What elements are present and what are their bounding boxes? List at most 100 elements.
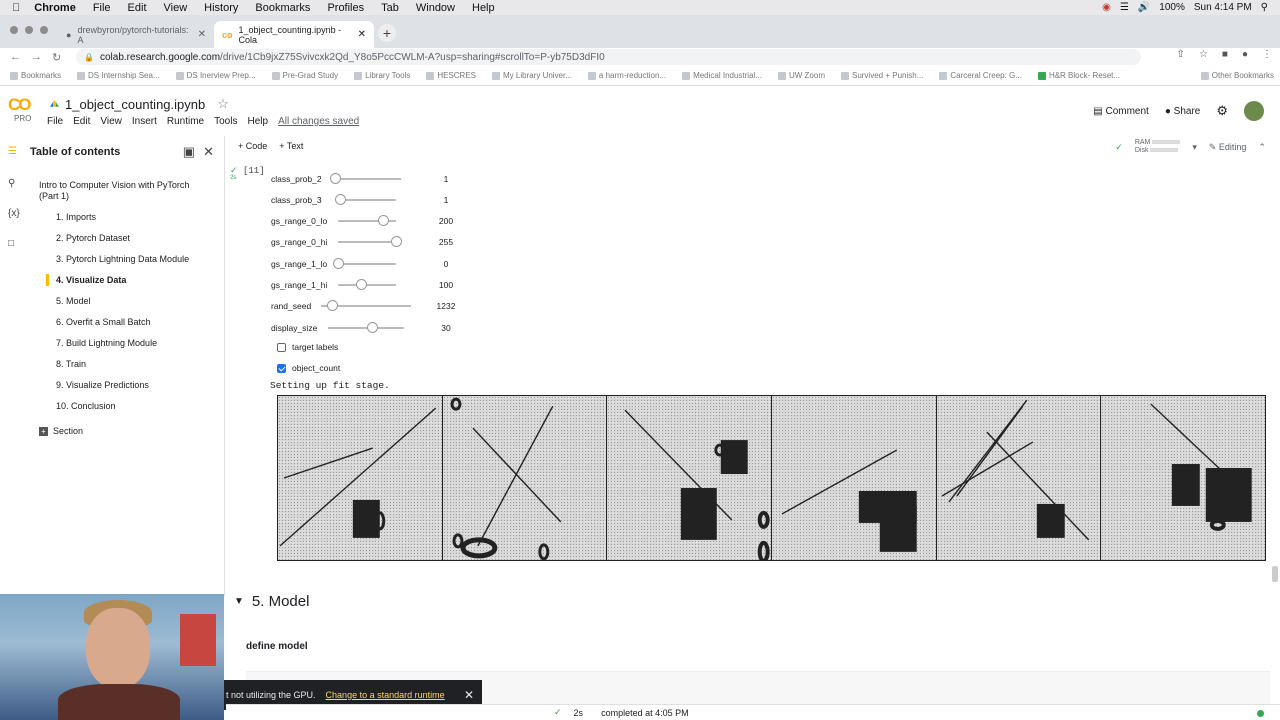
menu-edit[interactable]: Edit <box>73 116 90 127</box>
toc-item-intro[interactable]: Intro to Computer Vision with PyTorch (P… <box>0 176 200 206</box>
share-button[interactable]: ● Share <box>1165 106 1201 117</box>
object-count-checkbox[interactable] <box>277 363 286 373</box>
close-icon[interactable]: ✕ <box>203 144 214 160</box>
toc-item-data-module[interactable]: 3. Pytorch Lightning Data Module <box>0 250 224 269</box>
slider-gs-range-0-hi[interactable]: gs_range_0_hi 255 <box>271 234 471 250</box>
add-code-button[interactable]: + Code <box>238 141 267 151</box>
bookmark-star-icon[interactable]: ☆ <box>1199 49 1208 60</box>
bookmark-item[interactable]: a harm-reduction... <box>587 71 666 80</box>
close-window-button[interactable] <box>10 26 18 34</box>
slider-handle[interactable] <box>355 279 367 290</box>
bookmark-item[interactable]: Bookmarks <box>10 71 61 80</box>
toc-item-dataset[interactable]: 2. Pytorch Dataset <box>0 229 224 248</box>
other-bookmarks[interactable]: Other Bookmarks <box>1200 71 1274 80</box>
slider-rand-seed[interactable]: rand_seed 1232 <box>271 298 471 314</box>
slider-track[interactable] <box>338 241 396 243</box>
target-labels-checkbox[interactable] <box>277 342 286 352</box>
toc-item-conclusion[interactable]: 10. Conclusion <box>0 397 224 416</box>
minimize-window-button[interactable] <box>25 26 33 34</box>
scrollbar-thumb[interactable] <box>1272 566 1278 582</box>
toc-item-lightning-module[interactable]: 7. Build Lightning Module <box>0 334 224 353</box>
slider-handle[interactable] <box>378 215 390 226</box>
slider-track[interactable] <box>338 284 396 286</box>
wifi-icon[interactable]: ☰ <box>1120 2 1129 13</box>
menu-view[interactable]: View <box>100 116 122 127</box>
slider-track[interactable] <box>328 327 404 329</box>
mac-menu-file[interactable]: File <box>93 2 111 14</box>
menu-file[interactable]: File <box>47 116 63 127</box>
bookmark-item[interactable]: HESCRES <box>426 71 476 80</box>
slider-handle[interactable] <box>391 236 402 247</box>
toc-item-overfit[interactable]: 6. Overfit a Small Batch <box>0 313 224 332</box>
mac-app-name[interactable]: Chrome <box>34 2 76 14</box>
mac-menu-edit[interactable]: Edit <box>128 2 147 14</box>
collapse-header-icon[interactable]: ⌃ <box>1258 142 1266 153</box>
mac-menu-history[interactable]: History <box>204 2 238 14</box>
toc-item-train[interactable]: 8. Train <box>0 355 224 374</box>
menu-help[interactable]: Help <box>247 116 268 127</box>
profile-icon[interactable]: ● <box>1242 49 1248 60</box>
bookmark-item[interactable]: H&R Block- Reset... <box>1037 71 1120 80</box>
slider-gs-range-1-hi[interactable]: gs_range_1_hi 100 <box>271 277 471 293</box>
record-icon[interactable]: ◉ <box>1102 2 1111 13</box>
search-icon[interactable]: ⚲ <box>1261 2 1268 13</box>
mac-menu-window[interactable]: Window <box>416 2 455 14</box>
section-5-heading[interactable]: ▼ 5. Model <box>234 593 309 610</box>
bookmark-item[interactable]: Survived + Punish... <box>840 71 923 80</box>
resource-meter[interactable]: RAM Disk <box>1135 139 1181 155</box>
collapse-caret-icon[interactable]: ▼ <box>234 596 244 607</box>
close-icon[interactable]: ✕ <box>464 688 474 702</box>
mac-menu-tab[interactable]: Tab <box>381 2 399 14</box>
clock[interactable]: Sun 4:14 PM <box>1194 2 1252 13</box>
avatar[interactable] <box>1244 101 1264 121</box>
chevron-down-icon[interactable]: ▾ <box>1192 142 1197 153</box>
editing-mode-button[interactable]: ✎ Editing <box>1209 142 1247 153</box>
bookmark-item[interactable]: UW Zoom <box>777 71 825 80</box>
slider-track[interactable] <box>332 178 401 180</box>
tab-github[interactable]: ● drewbyron/pytorch-tutorials: A ✕ <box>58 21 214 48</box>
share-page-icon[interactable]: ⇧ <box>1177 49 1185 60</box>
slider-handle[interactable] <box>334 194 346 205</box>
mac-menu-profiles[interactable]: Profiles <box>327 2 364 14</box>
close-tab-icon[interactable]: ✕ <box>358 29 366 40</box>
menu-tools[interactable]: Tools <box>214 116 237 127</box>
target-labels-checkbox-row[interactable]: target labels <box>277 342 338 352</box>
toc-item-visualize-data[interactable]: 4. Visualize Data <box>0 271 224 290</box>
slider-gs-range-0-lo[interactable]: gs_range_0_lo 200 <box>271 213 471 229</box>
open-in-tab-icon[interactable]: ▣ <box>183 144 195 160</box>
save-status[interactable]: All changes saved <box>278 116 359 127</box>
slider-track[interactable] <box>338 263 396 265</box>
close-tab-icon[interactable]: ✕ <box>198 29 206 40</box>
bookmark-item[interactable]: Pre-Grad Study <box>271 71 338 80</box>
toc-item-imports[interactable]: 1. Imports <box>0 208 224 227</box>
menu-runtime[interactable]: Runtime <box>167 116 204 127</box>
slider-handle[interactable] <box>333 258 344 269</box>
toc-item-model[interactable]: 5. Model <box>0 292 224 311</box>
apple-icon[interactable]:  <box>12 2 20 14</box>
volume-icon[interactable]: 🔊 <box>1138 2 1150 13</box>
reload-icon[interactable]: ↻ <box>52 51 61 64</box>
comment-button[interactable]: ▤ Comment <box>1093 106 1149 117</box>
add-text-button[interactable]: + Text <box>279 141 303 151</box>
settings-gear-icon[interactable]: ⚙ <box>1216 103 1228 119</box>
notebook-title[interactable]: 1_object_counting.ipynb <box>65 97 205 112</box>
maximize-window-button[interactable] <box>40 26 48 34</box>
object-count-checkbox-row[interactable]: object_count <box>277 363 340 373</box>
menu-insert[interactable]: Insert <box>132 116 157 127</box>
mac-menu-view[interactable]: View <box>164 2 188 14</box>
extension-icon[interactable]: ■ <box>1222 49 1228 60</box>
slider-gs-range-1-lo[interactable]: gs_range_1_lo 0 <box>271 256 471 272</box>
add-section-button[interactable]: + Section <box>0 422 224 441</box>
slider-handle[interactable] <box>367 322 379 333</box>
back-icon[interactable]: ← <box>10 51 21 63</box>
mac-menu-help[interactable]: Help <box>472 2 495 14</box>
bookmark-item[interactable]: Carceral Creep: G... <box>939 71 1022 80</box>
colab-logo[interactable]: CO PRO <box>8 95 38 123</box>
toc-item-visualize-predictions[interactable]: 9. Visualize Predictions <box>0 376 224 395</box>
bookmark-item[interactable]: DS Inerview Prep... <box>175 71 256 80</box>
battery-label[interactable]: 100% <box>1159 2 1185 13</box>
toc-list-icon[interactable]: ☰ <box>8 146 17 157</box>
tab-colab[interactable]: co 1_object_counting.ipynb - Cola ✕ <box>214 21 374 48</box>
new-tab-button[interactable]: + <box>378 24 396 42</box>
slider-class-prob-2[interactable]: class_prob_2 1 <box>271 171 471 187</box>
